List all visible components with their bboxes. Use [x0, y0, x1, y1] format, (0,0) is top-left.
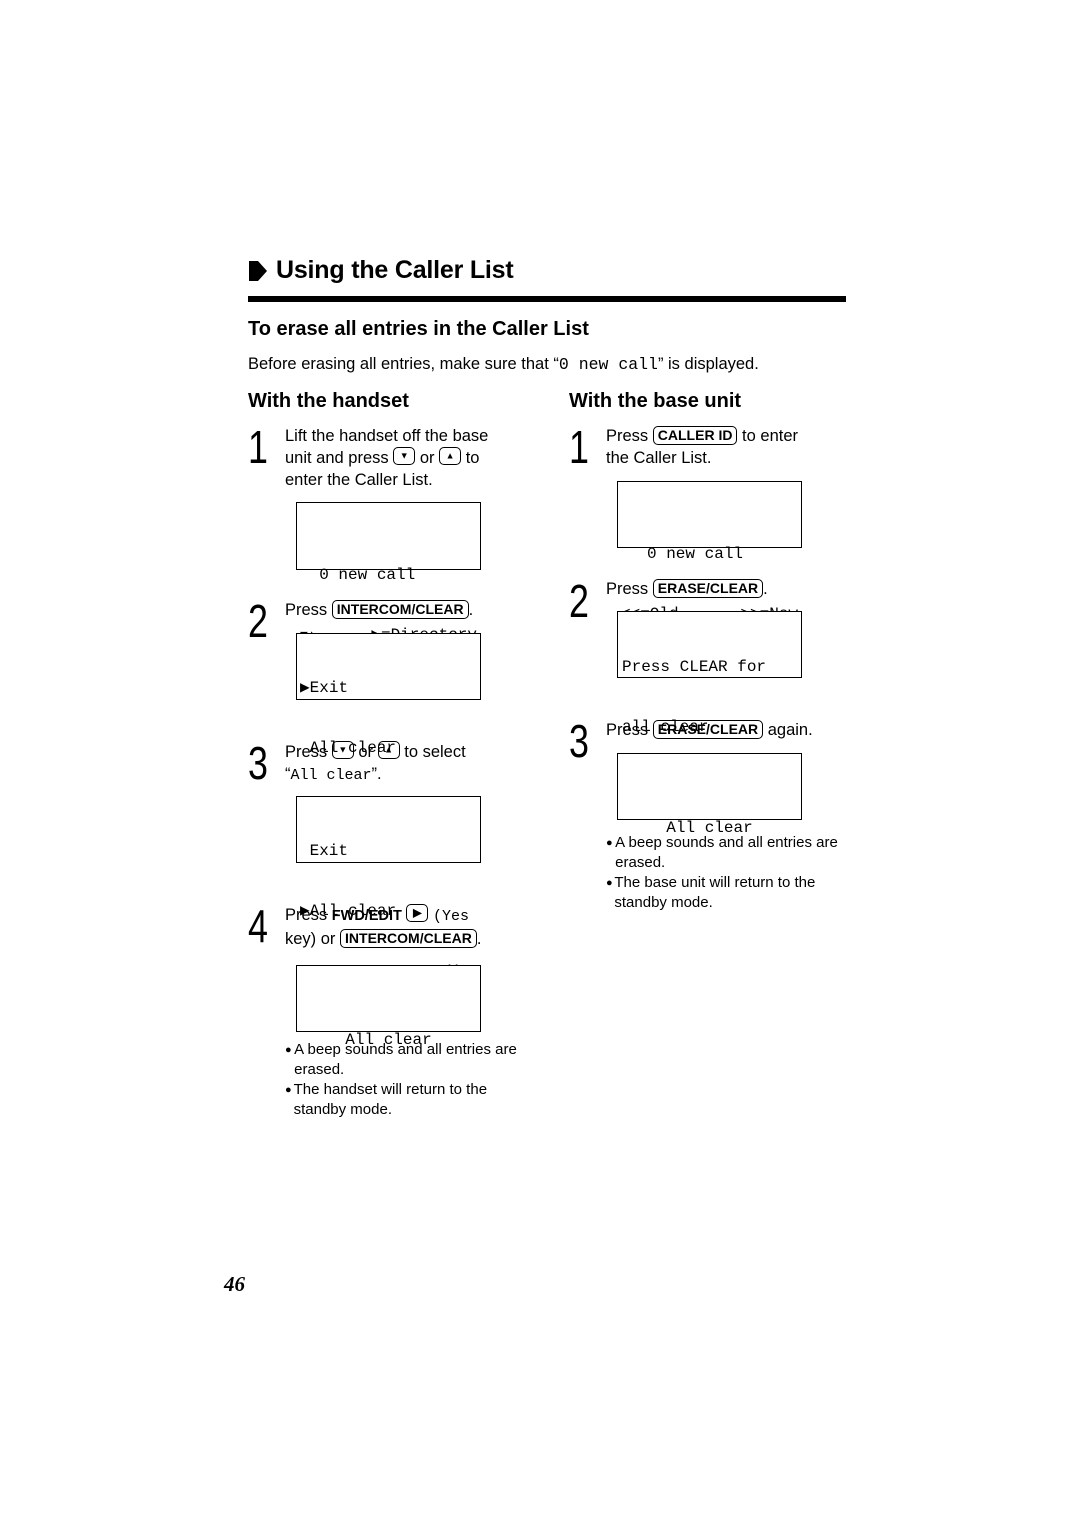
- down-arrow-key-icon: ▼: [393, 447, 416, 465]
- step-text-line: key) or INTERCOM/CLEAR.: [285, 928, 525, 950]
- quote-code: All clear: [290, 767, 372, 784]
- quote-mark: ”.: [371, 765, 382, 783]
- step-text-fragment: again.: [767, 721, 813, 739]
- note-item: ● A beep sounds and all entries are erase…: [606, 833, 846, 873]
- step-text-line: “All clear”.: [285, 763, 525, 787]
- step-text-fragment: .: [468, 601, 474, 619]
- intercom-clear-key: INTERCOM/CLEAR: [331, 600, 469, 619]
- intercom-clear-key: INTERCOM/CLEAR: [340, 929, 477, 948]
- handset-display-2: ▶Exit All clear ▼▲▶=Yes: [296, 633, 481, 817]
- note-item: ● The handset will return to the standby …: [285, 1080, 525, 1120]
- base-display-2: Press CLEAR for all clear: [617, 611, 802, 736]
- base-step-2-number: 2: [569, 575, 589, 627]
- step-text-fragment: Press: [285, 601, 328, 619]
- step-text-fragment: Press: [285, 906, 328, 924]
- up-arrow-key-icon: ▲: [377, 741, 400, 759]
- display-line: Press CLEAR for: [622, 658, 767, 676]
- handset-step-1-text: Lift the handset off the base unit and p…: [285, 425, 525, 491]
- step-text-fragment: key) or: [285, 930, 336, 948]
- subsection-title: To erase all entries in the Caller List: [248, 318, 589, 340]
- erase-clear-key: ERASE/CLEAR: [652, 720, 764, 739]
- step-text-fragment: .: [763, 580, 768, 598]
- base-unit-heading: With the base unit: [569, 390, 742, 412]
- step-text-line: Press FWD/EDIT ▶ (Yes: [285, 904, 525, 928]
- bullet-icon: ●: [285, 1084, 292, 1096]
- up-arrow-key-icon: ▲: [439, 447, 462, 465]
- base-step-3-number: 3: [569, 715, 589, 767]
- display-line: Exit: [300, 842, 349, 860]
- bullet-icon: ●: [285, 1044, 292, 1056]
- base-step-1-text: Press CALLER ID to enter the Caller List…: [606, 425, 846, 469]
- note-item: ● The base unit will return to the standb…: [606, 873, 846, 913]
- base-step-1-number: 1: [569, 421, 589, 473]
- note-item: ● A beep sounds and all entries are erase…: [285, 1040, 525, 1080]
- step-text-fragment: .: [476, 930, 482, 948]
- display-line: 0 new call: [647, 545, 744, 563]
- base-display-1: 0 new call <<=Old>>=New: [617, 481, 802, 623]
- handset-step-2-number: 2: [248, 595, 268, 647]
- note-text: The base unit will return to the standby…: [614, 874, 816, 911]
- step-text-line: Lift the handset off the base: [285, 427, 489, 445]
- intro-text-b: ” is displayed.: [657, 355, 759, 373]
- step-text-line: enter the Caller List.: [285, 471, 433, 489]
- step-text-fragment: to enter: [742, 427, 799, 445]
- yes-code: (Yes: [433, 908, 470, 925]
- caller-id-key: CALLER ID: [652, 426, 738, 445]
- play-key-icon: ▶: [406, 904, 429, 922]
- step-text-fragment: unit and press: [285, 449, 389, 467]
- handset-step-3-number: 3: [248, 737, 268, 789]
- arrow-right-icon: [249, 260, 267, 281]
- step-text-line: Press CALLER ID to enter: [606, 425, 846, 447]
- note-text: The handset will return to the standby m…: [293, 1081, 488, 1118]
- bullet-icon: ●: [606, 837, 613, 849]
- handset-heading: With the handset: [248, 390, 409, 412]
- handset-display-3: Exit ▶All clear ▼▲▶=Yes: [296, 796, 481, 980]
- title-rule: [248, 296, 846, 302]
- handset-step-2-text: Press INTERCOM/CLEAR.: [285, 599, 473, 621]
- display-line: ▶Exit: [300, 679, 349, 697]
- down-arrow-key-icon: ▼: [331, 741, 354, 759]
- step-text-fragment: Press: [606, 427, 649, 445]
- base-step-3-text: Press ERASE/CLEAR again.: [606, 719, 813, 741]
- display-line: 0 new call: [300, 566, 416, 584]
- intro-text: Before erasing all entries, make sure th…: [248, 355, 759, 374]
- step-text-line: unit and press ▼ or ▲ to: [285, 447, 525, 469]
- step-text-fragment: Press: [285, 743, 328, 761]
- page-number: 46: [224, 1272, 245, 1296]
- step-text-fragment: or: [358, 743, 374, 761]
- erase-clear-key: ERASE/CLEAR: [652, 579, 764, 598]
- note-text: A beep sounds and all entries are erased…: [294, 1041, 517, 1078]
- handset-step-1-number: 1: [248, 421, 268, 473]
- step-text-fragment: or: [419, 449, 435, 467]
- bullet-icon: ●: [606, 877, 613, 889]
- handset-step-4-text: Press FWD/EDIT ▶ (Yes key) or INTERCOM/C…: [285, 904, 525, 950]
- intro-text-a: Before erasing all entries, make sure th…: [248, 355, 559, 373]
- fwd-edit-label: FWD/EDIT: [331, 908, 402, 924]
- base-display-3: All clear: [617, 753, 802, 837]
- handset-notes: ● A beep sounds and all entries are erase…: [285, 1040, 525, 1120]
- intro-code: 0 new call: [558, 355, 658, 374]
- section-title-text: Using the Caller List: [276, 256, 514, 284]
- step-text-fragment: Press: [606, 580, 649, 598]
- page-section-title: Using the Caller List: [248, 256, 514, 285]
- handset-step-3-text: Press ▼ or ▲ to select “All clear”.: [285, 741, 525, 787]
- note-text: A beep sounds and all entries are erased…: [615, 834, 838, 871]
- base-step-2-text: Press ERASE/CLEAR.: [606, 578, 768, 600]
- base-notes: ● A beep sounds and all entries are erase…: [606, 833, 846, 913]
- handset-display-4: All clear: [296, 965, 481, 1049]
- step-text-line: Press ▼ or ▲ to select: [285, 741, 525, 763]
- step-text-line: the Caller List.: [606, 449, 712, 467]
- step-text-fragment: to select: [404, 743, 466, 761]
- step-text-fragment: Press: [606, 721, 649, 739]
- handset-step-4-number: 4: [248, 900, 268, 952]
- handset-display-1: 0 new call ▼▲▶=Directory: [296, 502, 481, 644]
- step-text-fragment: to: [465, 449, 480, 467]
